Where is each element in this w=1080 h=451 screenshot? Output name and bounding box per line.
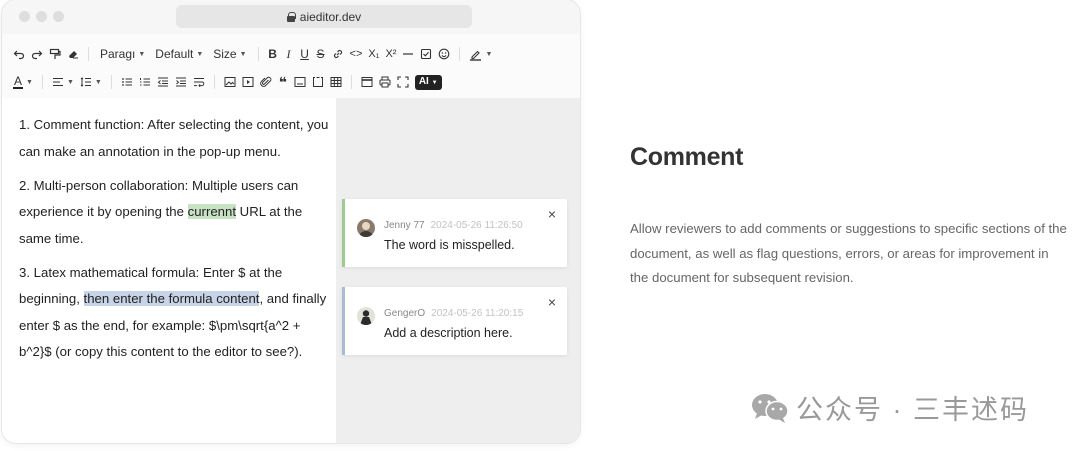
code-block-icon[interactable]: [291, 72, 309, 92]
format-painter-icon[interactable]: [46, 44, 64, 64]
toolbar-divider: [350, 75, 352, 89]
chevron-down-icon: ▼: [26, 78, 33, 86]
watermark-text: 公众号 · 三丰述码: [796, 395, 1029, 425]
indent-decrease-icon[interactable]: [154, 72, 172, 92]
toolbar-row-2: A ▼ ▼ ▼ ❝ AI ▼: [10, 70, 572, 94]
toolbar-row-1: Paragı ▼ Default ▼ Size ▼ B I U S <> X₁ X²: [10, 42, 572, 66]
comment-meta: Jenny 77 2024-05-26 11:26:50: [384, 220, 523, 231]
chevron-down-icon: ▼: [66, 78, 74, 86]
comment-card[interactable]: Jenny 77 2024-05-26 11:26:50 The word is …: [342, 199, 567, 267]
comment-time: 2024-05-26 11:20:15: [431, 308, 524, 319]
watermark: 公众号 · 三丰述码: [750, 388, 1029, 427]
comment-accent-bar: [342, 199, 345, 267]
comment-text: Add a description here.: [384, 326, 513, 340]
paragraph-comment-function: 1. Comment function: After selecting the…: [19, 112, 335, 165]
line-break-icon[interactable]: [190, 72, 208, 92]
bold-button[interactable]: B: [265, 44, 281, 64]
close-window-button[interactable]: [19, 11, 30, 22]
chevron-down-icon: ▼: [94, 78, 102, 86]
chevron-down-icon: ▼: [196, 50, 204, 58]
attachment-icon[interactable]: [257, 72, 275, 92]
chevron-down-icon: ▼: [431, 79, 438, 86]
undo-icon[interactable]: [10, 44, 28, 64]
ai-menu-button[interactable]: AI ▼: [412, 72, 445, 92]
bullet-list-icon[interactable]: [118, 72, 136, 92]
commented-text-misspelled[interactable]: currennt: [187, 204, 237, 219]
indent-increase-icon[interactable]: [172, 72, 190, 92]
font-color-icon: A: [13, 74, 24, 89]
paragraph-latex: 3. Latex mathematical formula: Enter $ a…: [19, 260, 335, 366]
feature-title: Comment: [630, 143, 744, 171]
window-controls: [19, 11, 64, 22]
toolbar-divider: [257, 47, 259, 61]
paragraph-select[interactable]: Paragı ▼: [95, 44, 150, 64]
font-size-select[interactable]: Size ▼: [208, 44, 251, 64]
font-family-label: Default: [155, 47, 194, 61]
wechat-icon: [752, 393, 789, 423]
horizontal-rule-icon[interactable]: [399, 44, 417, 64]
checkbox-icon[interactable]: [417, 44, 435, 64]
address-bar[interactable]: aieditor.dev: [176, 5, 472, 28]
align-select[interactable]: ▼: [49, 72, 77, 92]
toolbar-divider: [213, 75, 215, 89]
close-icon[interactable]: ×: [548, 207, 556, 221]
editor-toolbar: Paragı ▼ Default ▼ Size ▼ B I U S <> X₁ X²: [2, 34, 580, 98]
chevron-down-icon: ▼: [138, 50, 146, 58]
toolbar-divider: [88, 47, 89, 61]
italic-button[interactable]: I: [281, 44, 297, 64]
line-height-select[interactable]: ▼: [77, 72, 105, 92]
paragraph-collaboration: 2. Multi-person collaboration: Multiple …: [19, 173, 335, 253]
image-icon[interactable]: [221, 72, 239, 92]
chevron-down-icon: ▼: [239, 50, 247, 58]
underline-button[interactable]: U: [297, 44, 313, 64]
comment-card[interactable]: GengerO 2024-05-26 11:20:15 Add a descrip…: [342, 287, 567, 355]
avatar: [357, 219, 375, 237]
fullscreen-icon[interactable]: [394, 72, 412, 92]
title-bar: aieditor.dev: [2, 0, 580, 34]
address-url: aieditor.dev: [299, 9, 362, 24]
video-icon[interactable]: [239, 72, 257, 92]
chevron-down-icon: ▼: [485, 50, 493, 58]
comment-text: The word is misspelled.: [384, 238, 515, 252]
avatar: [357, 307, 375, 325]
ai-badge: AI ▼: [414, 74, 442, 90]
close-icon[interactable]: ×: [548, 295, 556, 309]
font-size-label: Size: [213, 47, 237, 61]
strikethrough-button[interactable]: S: [313, 44, 329, 64]
comment-meta: GengerO 2024-05-26 11:20:15: [384, 308, 523, 319]
comments-panel: [336, 98, 580, 443]
code-inline-button[interactable]: <>: [347, 44, 366, 64]
print-icon[interactable]: [376, 72, 394, 92]
font-color-select[interactable]: A ▼: [10, 72, 36, 92]
ai-label: AI: [418, 75, 429, 87]
highlight-color-select[interactable]: ▼: [466, 44, 495, 64]
comment-accent-bar: [342, 287, 345, 355]
lock-icon: [286, 11, 296, 22]
toolbar-divider: [459, 47, 461, 61]
comment-time: 2024-05-26 11:26:50: [430, 220, 523, 231]
paragraph-select-label: Paragı: [100, 47, 136, 61]
link-icon[interactable]: [329, 44, 347, 64]
paragraph-1-text: 1. Comment function: After selecting the…: [19, 117, 329, 159]
superscript-button[interactable]: X²: [382, 44, 399, 64]
comment-author: Jenny 77: [384, 220, 425, 231]
feature-description: Allow reviewers to add comments or sugge…: [630, 221, 1067, 285]
subscript-button[interactable]: X₁: [365, 44, 382, 64]
toolbar-divider: [110, 75, 112, 89]
comment-author: GengerO: [384, 308, 426, 319]
emoji-icon[interactable]: [435, 44, 453, 64]
minimize-window-button[interactable]: [36, 11, 47, 22]
editor-content[interactable]: 1. Comment function: After selecting the…: [2, 98, 336, 443]
eraser-icon[interactable]: [64, 44, 82, 64]
toolbar-divider: [41, 75, 43, 89]
commented-text-description[interactable]: then enter the formula content: [83, 291, 260, 306]
source-code-icon[interactable]: [358, 72, 376, 92]
container-icon[interactable]: [309, 72, 327, 92]
ordered-list-icon[interactable]: [136, 72, 154, 92]
redo-icon[interactable]: [28, 44, 46, 64]
quote-icon[interactable]: ❝: [275, 72, 291, 92]
font-family-select[interactable]: Default ▼: [150, 44, 208, 64]
maximize-window-button[interactable]: [53, 11, 64, 22]
table-icon[interactable]: [327, 72, 345, 92]
